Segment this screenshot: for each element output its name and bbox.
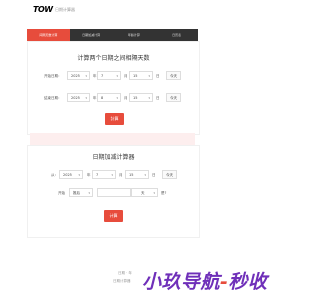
operation-label: 开始 [58,191,65,195]
day-unit: 日 [156,74,160,78]
amount-input[interactable] [97,188,131,197]
chevron-down-icon: ▾ [116,96,118,100]
operation-select[interactable]: 推后 ▾ [69,188,93,197]
tab-interval-days[interactable]: 间隔天数计算 [27,29,70,41]
site-header: TOW 日期计算器 [0,0,300,20]
panel-title: 日期加减计算器 [92,154,135,161]
date-add-panel: 日期加减计算器 从： 2025 ▾ 年 7 ▾ 月 15 ▾ 日 今天 开始 推后 ▾ … [27,145,200,238]
end-day-select[interactable]: 15 ▾ [129,93,153,102]
end-today-button[interactable]: 今天 [166,93,181,102]
from-day-select[interactable]: 15 ▾ [125,170,149,179]
question-label: 是? [161,191,167,195]
day-unit: 日 [152,173,156,177]
chevron-down-icon: ▾ [148,74,150,78]
footer-line2: 日期计算器 [113,279,131,283]
year-unit: 年 [87,173,91,177]
from-label: 从： [51,173,58,177]
start-date-row: 开始日期： 2025 ▾ 年 7 ▾ 月 15 ▾ 日 今天 [28,71,199,81]
year-unit: 年 [93,74,97,78]
from-year-select[interactable]: 2025 ▾ [59,170,83,179]
site-logo[interactable]: TOW [33,5,53,14]
start-today-button[interactable]: 今天 [166,71,181,80]
chevron-down-icon: ▾ [88,191,90,195]
chevron-down-icon: ▾ [78,173,80,177]
start-date-label: 开始日期： [44,74,62,78]
footer-line1: 日期 · 年 [118,271,132,275]
end-month-select[interactable]: 8 ▾ [97,93,121,102]
start-year-select[interactable]: 2025 ▾ [67,71,90,80]
watermark-text: 小玖导航-秒收 [142,267,267,294]
tab-date-add-subtract[interactable]: 日期加减计算 [70,29,113,41]
chevron-down-icon: ▾ [116,74,118,78]
from-date-row: 从： 2025 ▾ 年 7 ▾ 月 15 ▾ 日 今天 [28,170,199,180]
day-unit: 日 [156,96,160,100]
month-unit: 月 [119,173,123,177]
year-unit: 年 [93,96,97,100]
tab-calendar[interactable]: 日历表 [155,29,198,41]
chevron-down-icon: ▾ [85,74,87,78]
start-month-select[interactable]: 7 ▾ [97,71,121,80]
end-date-row: 结束日期： 2025 ▾ 年 8 ▾ 月 15 ▾ 日 今天 [28,93,199,103]
watermark-part2: 秒收 [228,271,268,293]
calculate-date-button[interactable]: 计算 [104,210,123,222]
chevron-down-icon: ▾ [111,173,113,177]
tab-bar: 间隔天数计算 日期加减计算 年龄计算 日历表 [27,29,198,41]
panel-title: 计算两个日期之间相隔天数 [77,55,150,62]
end-year-select[interactable]: 2025 ▾ [67,93,90,102]
interval-panel: 计算两个日期之间相隔天数 开始日期： 2025 ▾ 年 7 ▾ 月 15 ▾ 日 今天… [27,41,200,135]
tab-age-calc[interactable]: 年龄计算 [113,29,156,41]
from-today-button[interactable]: 今天 [162,170,177,179]
month-unit: 月 [124,74,128,78]
chevron-down-icon: ▾ [148,96,150,100]
watermark-part1: 小玖导航 [142,271,221,293]
from-month-select[interactable]: 7 ▾ [92,170,116,179]
month-unit: 月 [124,96,128,100]
end-date-label: 结束日期： [44,96,62,100]
operation-row: 开始 推后 ▾ 天 ▾ 是? [28,188,199,198]
chevron-down-icon: ▾ [85,96,87,100]
chevron-down-icon: ▾ [144,173,146,177]
site-subtitle: 日期计算器 [55,7,75,12]
chevron-down-icon: ▾ [153,191,155,195]
calculate-interval-button[interactable]: 計算 [105,113,124,125]
start-day-select[interactable]: 15 ▾ [129,71,153,80]
unit-select[interactable]: 天 ▾ [131,188,158,197]
